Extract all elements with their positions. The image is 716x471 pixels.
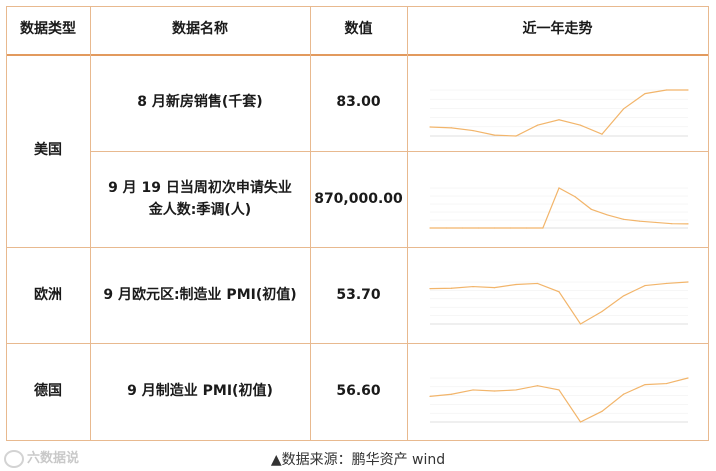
data-point [622,218,625,220]
data-point [687,89,689,91]
data-point [477,227,479,229]
data-point [558,187,560,189]
data-point [579,124,582,126]
header-type: 数据类型 [20,21,76,38]
data-point [644,284,646,287]
series-line [430,187,689,229]
data-point [558,389,560,391]
data-point [472,389,474,391]
data-point [622,393,625,395]
type-europe: 欧洲 [34,286,62,303]
series-line [429,89,688,137]
data-point [515,283,517,286]
row2-name: 9 月 19 日当周初次申请失业金人数:季调(人) [108,179,292,218]
data-point [579,421,582,423]
row3-name: 9 月欧元区:制造业 PMI(初值) [103,286,297,303]
rule-right [708,6,709,441]
data-point [579,323,582,325]
data-table: 数据类型 数据名称 数值 近一年走势 美国 8 月新房销售(千套) 83.00 … [6,6,709,441]
data-point [665,382,668,385]
header-value: 数值 [344,21,373,38]
data-point [472,129,474,132]
data-point [574,196,576,198]
data-point [461,227,463,229]
row1-name: 8 月新房销售(千套) [137,94,263,111]
row2-value: 870,000.00 [314,190,403,207]
row1-sparkline [429,89,689,137]
data-point [644,93,646,95]
row3-trend-chart [416,276,696,336]
data-point [665,282,668,285]
row1-trend-chart [416,84,696,148]
data-point [493,390,496,392]
data-point [601,310,603,313]
row3-sparkline [429,281,689,325]
data-point [536,385,539,387]
data-point [429,288,431,290]
data-point [687,281,689,283]
data-point [558,119,560,121]
data-point [655,221,657,224]
row4-name: 9 月制造业 PMI(初值) [127,383,273,400]
data-point [671,223,673,225]
data-point [445,227,447,229]
data-point [606,214,608,216]
data-point [493,134,496,136]
data-point [639,220,641,222]
row2-trend-chart [416,182,696,240]
data-point [515,135,517,137]
series-line [429,281,689,325]
data-point [450,287,453,289]
data-point [536,282,539,285]
data-point [493,287,496,289]
data-point [644,384,646,386]
data-point [429,126,431,128]
data-point [472,285,474,288]
series-line [429,377,689,423]
data-point [429,227,431,229]
rule-bottom [6,440,709,441]
data-point [601,410,603,412]
row1-value: 83.00 [336,94,381,111]
row2-sparkline [429,187,689,229]
source-footer: ▲数据来源：鹏华资产 wind [270,452,446,468]
data-point [687,223,689,225]
rule-col3 [407,6,408,441]
row4-trend-chart [416,372,696,434]
header-trend: 近一年走势 [522,21,593,38]
row3-value: 53.70 [336,286,381,303]
data-point [450,393,453,395]
data-point [590,208,592,210]
data-point [622,108,625,110]
data-point [601,133,603,135]
data-point [510,227,512,229]
type-usa: 美国 [34,142,62,159]
data-point [536,124,539,126]
data-point [429,395,431,397]
data-point [558,291,560,293]
data-point [687,377,689,379]
type-germany: 德国 [34,383,62,400]
row4-sparkline [429,377,689,423]
data-point [515,389,517,391]
data-point [622,295,625,297]
row4-value: 56.60 [336,383,381,400]
data-point [450,127,453,129]
data-point [665,89,668,91]
data-point [526,227,528,229]
data-point [493,227,496,229]
data-point [542,227,544,229]
header-name: 数据名称 [172,21,228,38]
